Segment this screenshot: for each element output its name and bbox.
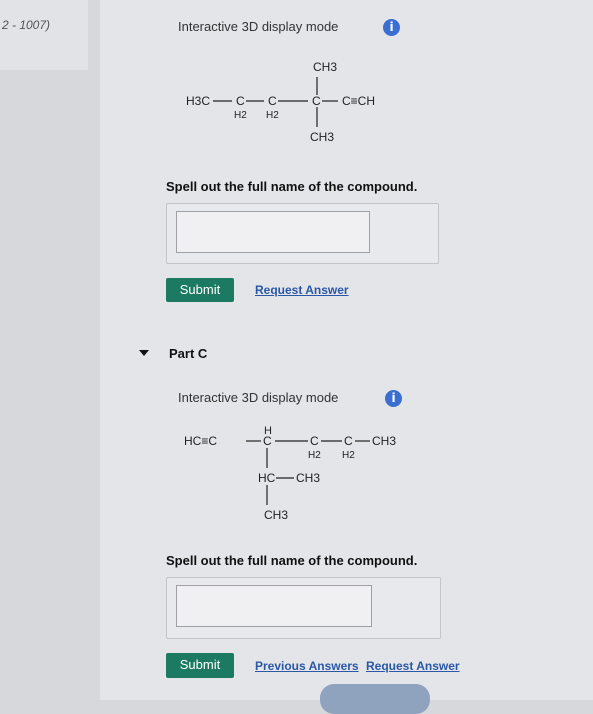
part-c-prompt: Spell out the full name of the compound. <box>166 553 418 568</box>
alkyne-group: HC≡C <box>184 434 217 448</box>
info-icon[interactable]: i <box>383 19 400 36</box>
part-b-molecule: CH3 H3C C H2 C H2 C C≡CH CH3 <box>186 60 375 144</box>
part-b-request-answer-link[interactable]: Request Answer <box>255 283 349 297</box>
carbon: C <box>344 434 353 448</box>
part-b-prompt: Spell out the full name of the compound. <box>166 179 418 194</box>
part-c-previous-answers-link[interactable]: Previous Answers <box>255 659 359 673</box>
hydrogens: H2 <box>234 110 247 121</box>
top-methyl: CH3 <box>313 60 337 74</box>
right-methyl: CH3 <box>372 434 396 448</box>
part-b-display-mode-label: Interactive 3D display mode <box>178 19 339 34</box>
pearson-logo <box>320 684 430 714</box>
carbon: C <box>236 94 245 108</box>
part-b-answer-input[interactable] <box>176 211 370 253</box>
left-panel: 2 - 1007) <box>0 0 88 70</box>
branch-ch: HC <box>258 471 276 485</box>
info-icon[interactable]: i <box>385 390 402 407</box>
carbon: C <box>310 434 319 448</box>
hydrogens: H2 <box>308 450 321 461</box>
hydrogens: H2 <box>342 450 355 461</box>
left-group: H3C <box>186 94 210 108</box>
branch-methyl: CH3 <box>296 471 320 485</box>
part-c-answer-input[interactable] <box>176 585 372 627</box>
carbon: C <box>312 94 321 108</box>
sidebar-label: 2 - 1007) <box>2 18 51 32</box>
bottom-methyl: CH3 <box>264 508 288 522</box>
carbon: C <box>268 94 277 108</box>
bottom-methyl: CH3 <box>310 130 334 144</box>
part-c-submit-button[interactable]: Submit <box>166 653 234 678</box>
collapse-toggle-icon[interactable] <box>139 350 149 356</box>
part-c-molecule: H HC≡C C C H2 C H2 CH3 HC CH3 CH3 <box>184 425 396 522</box>
part-b-submit-button[interactable]: Submit <box>166 278 234 302</box>
part-c-label[interactable]: Part C <box>169 346 207 361</box>
part-c-request-answer-link[interactable]: Request Answer <box>366 659 460 673</box>
part-c-display-mode-label: Interactive 3D display mode <box>178 390 339 405</box>
alkyne-group: C≡CH <box>342 94 375 108</box>
hydrogens: H2 <box>266 110 279 121</box>
carbon: C <box>263 434 272 448</box>
